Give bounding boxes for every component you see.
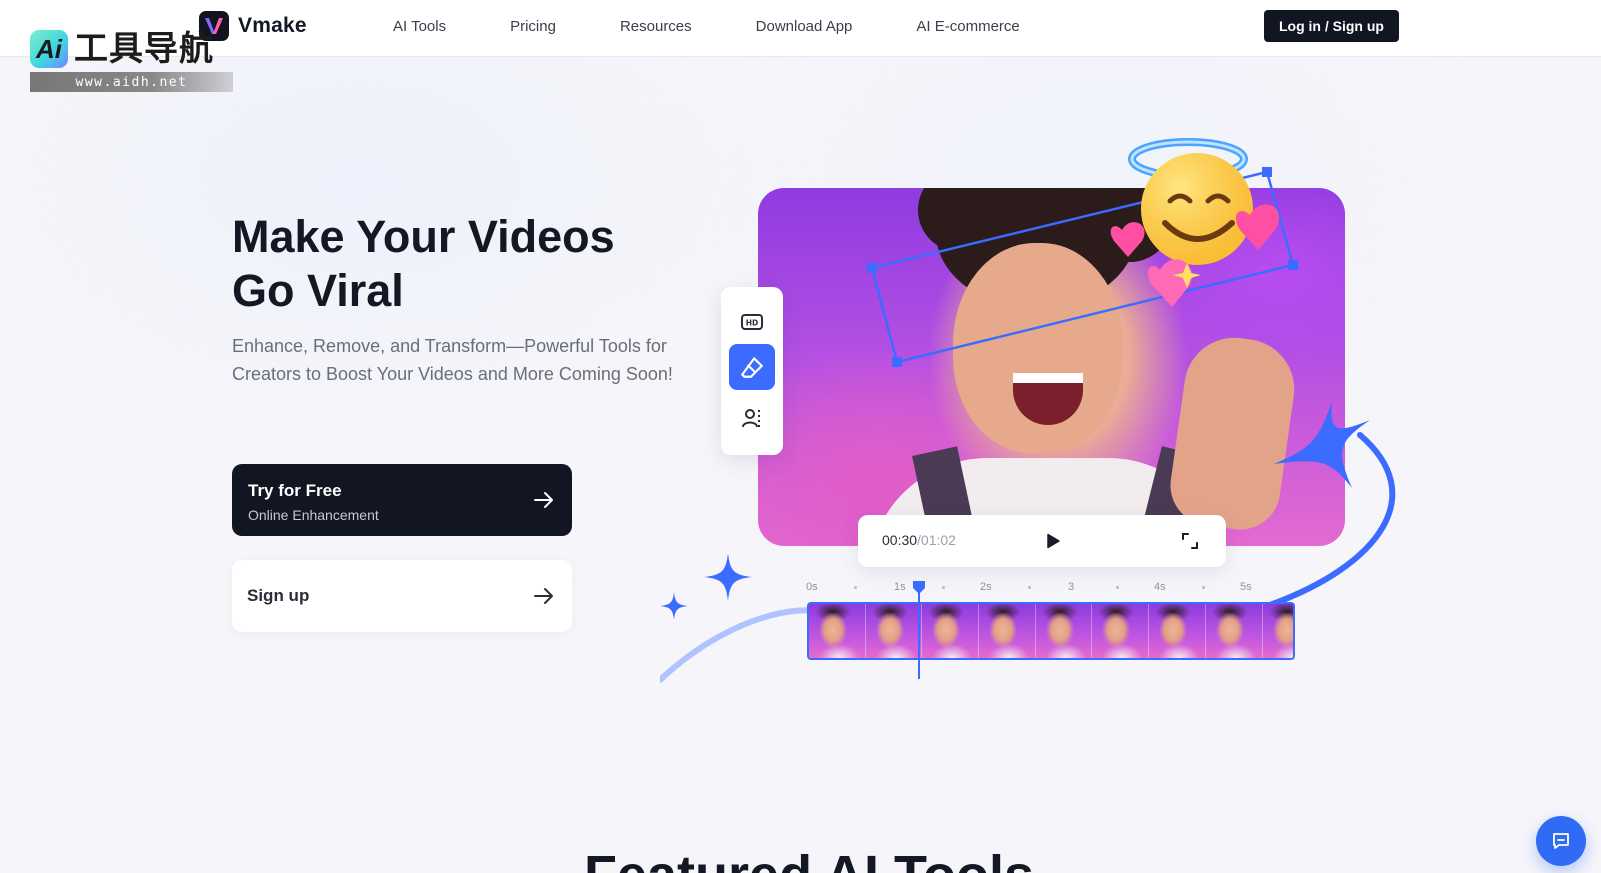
sign-up-button[interactable]: Sign up xyxy=(232,560,572,632)
play-icon[interactable] xyxy=(1045,533,1061,549)
hero-title: Make Your Videos Go Viral xyxy=(232,210,692,318)
hero-title-line-1: Make Your Videos xyxy=(232,211,615,262)
filmstrip-frame xyxy=(922,604,980,658)
svg-text:HD: HD xyxy=(746,319,759,328)
arrow-right-icon xyxy=(534,492,553,508)
tool-panel: HD xyxy=(721,287,783,455)
featured-ai-tools-heading: Featured AI Tools xyxy=(584,845,1084,873)
ruler-label: 3 xyxy=(1068,581,1075,593)
timeline-ruler: 0s 1s 2s 3 4s 5s xyxy=(806,581,1266,595)
try-for-free-label: Try for Free xyxy=(248,481,342,500)
current-time: 00:30 xyxy=(882,532,918,548)
brand-name: Vmake xyxy=(238,14,307,37)
time-display: 00:30/01:02 xyxy=(882,532,956,548)
chat-icon xyxy=(1553,833,1569,849)
hd-enhance-tool[interactable]: HD xyxy=(729,299,775,345)
person-cutout-tool[interactable] xyxy=(729,395,775,441)
person-cutout-icon xyxy=(742,409,760,428)
hero-illustration: HD 00:30/01:02 0s 1s 2s 3 4s 5s xyxy=(660,135,1420,695)
video-player-bar: 00:30/01:02 xyxy=(858,515,1226,567)
nav-pricing[interactable]: Pricing xyxy=(510,18,556,35)
hero-title-line-2: Go Viral xyxy=(232,265,404,316)
main-nav: AI Tools Pricing Resources Download App … xyxy=(393,0,1020,52)
arrow-right-icon xyxy=(534,588,553,604)
nav-ai-tools[interactable]: AI Tools xyxy=(393,18,446,35)
chat-support-button[interactable] xyxy=(1536,816,1586,866)
nav-download-app[interactable]: Download App xyxy=(756,18,853,35)
ruler-label: 1s xyxy=(894,581,906,593)
watermark-badge: Ai xyxy=(30,30,68,68)
filmstrip-frame xyxy=(1262,604,1293,658)
filmstrip-frame xyxy=(1205,604,1263,658)
sign-up-label: Sign up xyxy=(247,586,310,605)
hd-icon: HD xyxy=(741,314,763,330)
login-signup-button[interactable]: Log in / Sign up xyxy=(1264,10,1399,42)
ruler-label: 5s xyxy=(1240,581,1252,593)
try-for-free-button[interactable]: Try for Free Online Enhancement xyxy=(232,464,572,536)
filmstrip-frame xyxy=(979,604,1036,658)
filmstrip-frame xyxy=(1035,604,1093,658)
filmstrip-frame xyxy=(1092,604,1150,658)
sparkle-tiny-icon xyxy=(660,592,688,620)
timeline-filmstrip[interactable] xyxy=(807,602,1295,660)
eraser-icon xyxy=(741,357,763,378)
eraser-tool[interactable] xyxy=(729,344,775,390)
watermark-url: www.aidh.net xyxy=(30,72,233,92)
watermark-text: 工具导航 xyxy=(74,30,214,68)
hero-subtitle: Enhance, Remove, and Transform—Powerful … xyxy=(232,336,673,384)
nav-ai-ecommerce[interactable]: AI E-commerce xyxy=(916,18,1019,35)
playhead-handle[interactable] xyxy=(912,581,926,681)
sparkle-small-icon xyxy=(704,553,752,601)
watermark: Ai 工具导航 www.aidh.net xyxy=(30,28,233,92)
online-enhancement-label: Online Enhancement xyxy=(248,507,379,523)
nav-resources[interactable]: Resources xyxy=(620,18,692,35)
total-time: /01:02 xyxy=(917,532,956,548)
fullscreen-icon[interactable] xyxy=(1181,532,1199,550)
ruler-label: 2s xyxy=(980,581,992,593)
filmstrip-frame xyxy=(809,604,866,658)
ruler-label: 0s xyxy=(806,581,818,593)
sparkle-icon xyxy=(1274,402,1370,488)
top-header: Vmake AI Tools Pricing Resources Downloa… xyxy=(0,0,1601,57)
ruler-label: 4s xyxy=(1154,581,1166,593)
filmstrip-frame xyxy=(1149,604,1206,658)
